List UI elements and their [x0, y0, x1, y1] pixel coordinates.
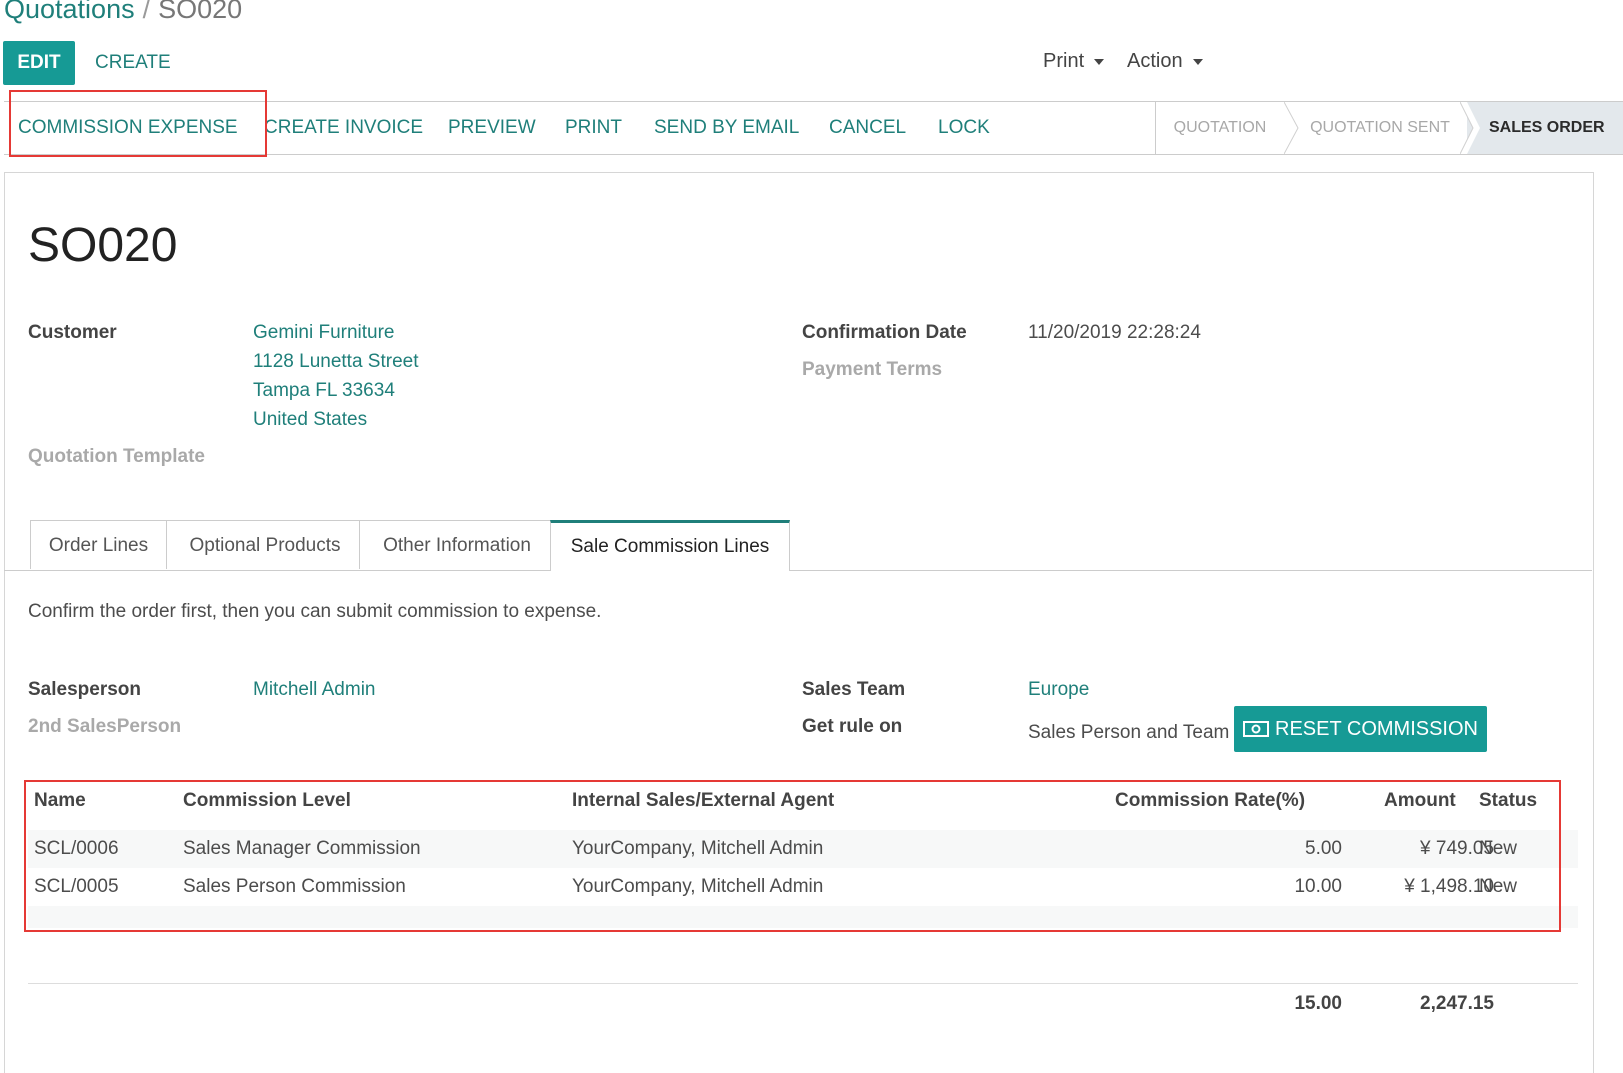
- salesperson-link[interactable]: Mitchell Admin: [253, 679, 376, 701]
- tab-sale-commission-lines[interactable]: Sale Commission Lines: [550, 520, 790, 571]
- cancel-button[interactable]: CANCEL: [829, 102, 906, 154]
- quotation-template-label: Quotation Template: [28, 446, 205, 467]
- reset-commission-button[interactable]: RESET COMMISSION: [1234, 706, 1487, 752]
- customer-label: Customer: [28, 322, 117, 343]
- tab-optional-products[interactable]: Optional Products: [166, 520, 364, 569]
- lock-button[interactable]: LOCK: [938, 102, 990, 154]
- breadcrumb-current: SO020: [158, 0, 243, 24]
- breadcrumb-parent-link[interactable]: Quotations: [4, 0, 135, 24]
- customer-address-line[interactable]: Tampa FL 33634: [253, 380, 395, 402]
- action-dropdown[interactable]: Action: [1127, 50, 1203, 73]
- stage-divider-icon: [1284, 102, 1299, 154]
- record-title: SO020: [28, 219, 178, 272]
- print-dropdown[interactable]: Print: [1043, 50, 1105, 73]
- preview-button[interactable]: PREVIEW: [448, 102, 536, 154]
- customer-address-line[interactable]: 1128 Lunetta Street: [253, 351, 419, 373]
- action-dropdown-label: Action: [1127, 50, 1183, 72]
- notebook-tabs: Order Lines Optional Products Other Info…: [4, 520, 1592, 571]
- total-commission-rate: 15.00: [1294, 993, 1342, 1014]
- sales-team-link[interactable]: Europe: [1028, 679, 1089, 701]
- edit-button[interactable]: EDIT: [3, 41, 75, 85]
- breadcrumb: Quotations / SO020: [4, 0, 242, 25]
- stage-divider-icon: [1460, 102, 1480, 154]
- total-amount: 2,247.15: [1420, 993, 1494, 1014]
- highlight-commission-expense: [9, 90, 267, 157]
- chevron-down-icon: [1094, 58, 1105, 65]
- status-stages: QUOTATION QUOTATION SENT SALES ORDER: [1155, 102, 1623, 154]
- salesperson-label: Salesperson: [28, 679, 141, 700]
- reset-commission-label: RESET COMMISSION: [1275, 717, 1478, 740]
- payment-terms-label: Payment Terms: [802, 359, 943, 380]
- chevron-down-icon: [1192, 58, 1203, 65]
- second-salesperson-label: 2nd SalesPerson: [28, 716, 182, 737]
- stage-quotation-sent[interactable]: QUOTATION SENT: [1300, 102, 1460, 154]
- send-by-email-button[interactable]: SEND BY EMAIL: [654, 102, 799, 154]
- customer-name-link[interactable]: Gemini Furniture: [253, 322, 395, 344]
- totals-divider: [28, 983, 1578, 984]
- confirmation-date-label: Confirmation Date: [802, 322, 967, 343]
- get-rule-on-label: Get rule on: [802, 716, 903, 737]
- confirmation-date-value: 11/20/2019 22:28:24: [1028, 322, 1201, 343]
- create-button[interactable]: CREATE: [95, 41, 171, 85]
- customer-address-line[interactable]: United States: [253, 409, 367, 431]
- stage-quotation[interactable]: QUOTATION: [1156, 102, 1284, 154]
- get-rule-on-value: Sales Person and Team: [1028, 722, 1230, 743]
- tab-other-information[interactable]: Other Information: [359, 520, 555, 569]
- breadcrumb-separator: /: [142, 0, 151, 24]
- stage-sales-order[interactable]: SALES ORDER: [1467, 102, 1623, 154]
- sales-team-label: Sales Team: [802, 679, 906, 700]
- print-button[interactable]: PRINT: [565, 102, 622, 154]
- commission-note: Confirm the order first, then you can su…: [28, 601, 602, 622]
- create-invoice-button[interactable]: CREATE INVOICE: [264, 102, 423, 154]
- tab-order-lines[interactable]: Order Lines: [30, 520, 167, 569]
- print-dropdown-label: Print: [1043, 50, 1085, 72]
- money-icon: [1243, 721, 1269, 737]
- highlight-commission-table: [24, 780, 1561, 932]
